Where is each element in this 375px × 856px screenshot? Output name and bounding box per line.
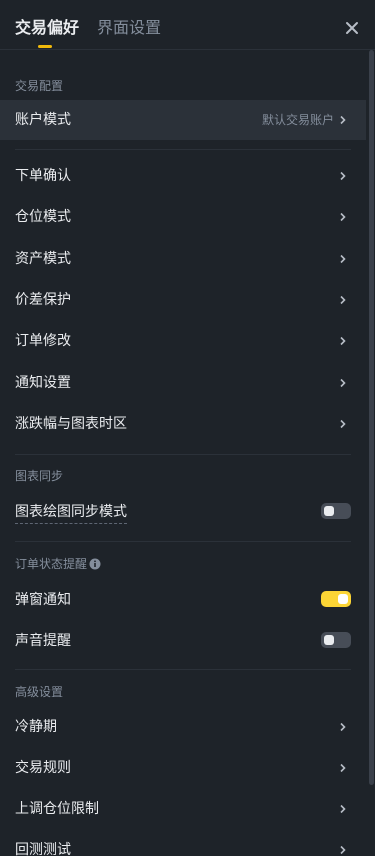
- settings-item-label: 冷静期: [15, 719, 57, 735]
- scrollbar[interactable]: [369, 50, 374, 785]
- tab-trade-preferences[interactable]: 交易偏好: [15, 18, 79, 38]
- chevron-right-icon: [340, 336, 346, 346]
- chevron-right-icon: [340, 212, 346, 222]
- chevron-right-icon: [340, 115, 346, 125]
- divider: [15, 669, 351, 670]
- chevron-right-icon: [340, 254, 346, 264]
- chevron-right-icon: [340, 295, 346, 305]
- chevron-right-icon: [340, 171, 346, 181]
- settings-item-label: 涨跌幅与图表时区: [15, 416, 127, 432]
- chevron-right-icon: [340, 804, 346, 814]
- settings-item-price-protection[interactable]: 价差保护: [0, 280, 366, 320]
- settings-item-label: 资产模式: [15, 251, 71, 267]
- section-title-advanced: 高级设置: [15, 685, 64, 699]
- settings-item-change-timezone[interactable]: 涨跌幅与图表时区: [0, 404, 366, 444]
- drawing-sync-label: 图表绘图同步模式: [15, 502, 127, 524]
- settings-item-sound-alert[interactable]: 声音提醒: [0, 621, 366, 661]
- settings-item-label: 交易规则: [15, 760, 71, 776]
- settings-item-label: 订单修改: [15, 333, 71, 349]
- settings-item-label: 下单确认: [15, 168, 71, 184]
- account-mode-value: 默认交易账户: [261, 113, 334, 127]
- settings-item-order-modify[interactable]: 订单修改: [0, 321, 366, 361]
- popup-notification-label: 弹窗通知: [15, 592, 71, 608]
- settings-item-order-confirm[interactable]: 下单确认: [0, 156, 366, 196]
- settings-item-label: 价差保护: [15, 292, 71, 308]
- info-icon[interactable]: [89, 558, 101, 570]
- divider: [15, 149, 351, 150]
- section-title-chart-sync: 图表同步: [15, 469, 64, 483]
- settings-item-label: 回测测试: [15, 842, 71, 856]
- settings-item-trading-rules[interactable]: 交易规则: [0, 748, 366, 788]
- settings-item-popup-notification[interactable]: 弹窗通知: [0, 580, 366, 620]
- settings-item-raise-position-limit[interactable]: 上调仓位限制: [0, 789, 366, 829]
- active-tab-indicator: [38, 45, 52, 48]
- toggle-knob: [324, 506, 334, 516]
- settings-item-label: 仓位模式: [15, 209, 71, 225]
- toggle-knob: [338, 594, 348, 604]
- settings-item-label: 通知设置: [15, 375, 71, 391]
- sound-alert-label: 声音提醒: [15, 633, 71, 649]
- chevron-right-icon: [340, 378, 346, 388]
- sound-alert-toggle[interactable]: [321, 632, 351, 648]
- chevron-right-icon: [340, 763, 346, 773]
- settings-item-position-mode[interactable]: 仓位模式: [0, 197, 366, 237]
- tab-interface-settings[interactable]: 界面设置: [97, 18, 161, 38]
- chevron-right-icon: [340, 419, 346, 429]
- account-mode-label: 账户模式: [15, 112, 71, 128]
- settings-item-asset-mode[interactable]: 资产模式: [0, 239, 366, 279]
- settings-item-notifications[interactable]: 通知设置: [0, 363, 366, 403]
- account-mode-row[interactable]: 账户模式 默认交易账户: [0, 100, 366, 140]
- settings-item-drawing-sync[interactable]: 图表绘图同步模式: [0, 492, 366, 532]
- section-title-trade-config: 交易配置: [15, 79, 64, 93]
- settings-item-cooling-period[interactable]: 冷静期: [0, 707, 366, 747]
- section-title-order-status: 订单状态提醒: [15, 557, 88, 571]
- chevron-right-icon: [340, 722, 346, 732]
- divider: [15, 541, 351, 542]
- chevron-right-icon: [340, 845, 346, 855]
- settings-header: 交易偏好 界面设置: [0, 0, 375, 50]
- settings-item-label: 上调仓位限制: [15, 801, 99, 817]
- close-icon[interactable]: [344, 20, 360, 36]
- popup-notification-toggle[interactable]: [321, 591, 351, 607]
- divider: [15, 454, 351, 455]
- drawing-sync-toggle[interactable]: [321, 503, 351, 519]
- settings-item-backtest[interactable]: 回测测试: [0, 830, 366, 856]
- toggle-knob: [324, 635, 334, 645]
